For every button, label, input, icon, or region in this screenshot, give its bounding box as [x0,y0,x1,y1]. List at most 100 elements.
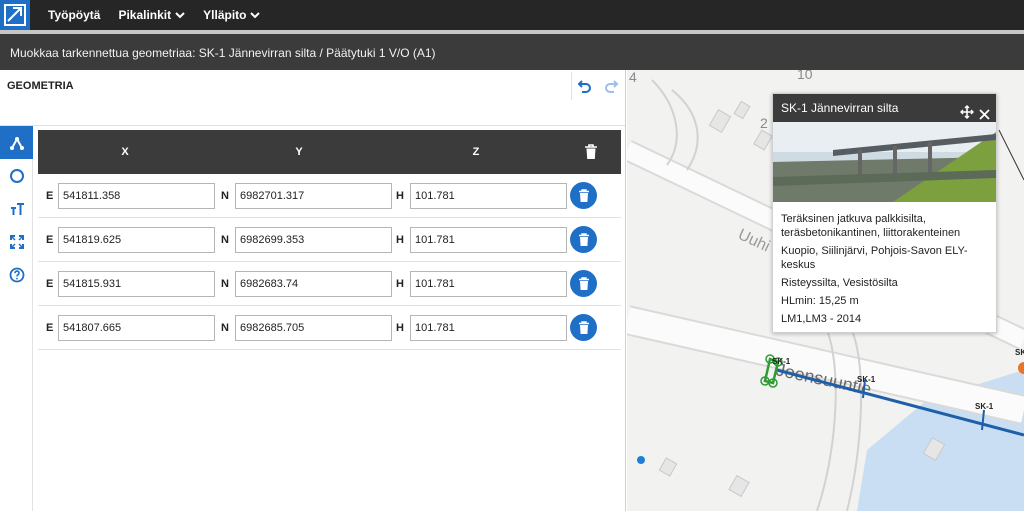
coordinate-y-field[interactable] [235,315,392,341]
trash-icon [578,320,589,334]
trash-icon [578,232,589,246]
row-label-h: H [396,278,404,290]
table-row: E N H [38,262,621,306]
redo-icon [605,80,619,93]
popup-title: SK-1 Jännevirran silta [781,101,899,115]
table-header: X Y Z [38,130,621,174]
row-label-h: H [396,322,404,334]
coordinate-z-field[interactable] [410,315,567,341]
coordinate-z-field[interactable] [410,183,567,209]
tool-bar [0,126,33,511]
row-label-e: E [46,190,54,202]
coordinate-x-field[interactable] [58,227,215,253]
delete-row-button[interactable] [570,182,597,209]
help-tool-icon [9,267,24,282]
fit-extent-tool-button[interactable] [0,225,33,258]
fit-extent-tool-icon [9,234,24,249]
close-icon [979,109,990,120]
delete-row-button[interactable] [570,270,597,297]
vertex-tool-button[interactable] [0,126,33,159]
logo-icon [4,4,26,26]
bridge-type: Teräksinen jatkuva palkkisilta, teräsbet… [781,213,961,239]
vertex-tool-icon [9,136,24,150]
popup-details: Teräksinen jatkuva palkkisilta, teräsbet… [781,212,991,330]
top-navigation: Työpöytä Pikalinkit Ylläpito [0,0,1024,30]
undo-button[interactable] [573,76,595,98]
nav-pikalinkit[interactable]: Pikalinkit [118,8,185,22]
row-label-e: E [46,322,54,334]
popup-header: SK-1 Jännevirran silta [773,94,996,122]
row-label-n: N [221,234,229,246]
map-line [998,129,1024,181]
coordinate-y-field[interactable] [235,227,392,253]
chevron-down-icon [175,11,185,18]
building [733,100,751,120]
nav-label: Työpöytä [48,8,101,22]
chevron-down-icon [250,11,261,18]
divider [571,72,572,100]
undo-icon [577,80,591,93]
coordinate-x-field[interactable] [58,183,215,209]
nav-tyopoyta[interactable]: Työpöytä [48,8,100,22]
building [728,474,750,498]
row-label-n: N [221,278,229,290]
text-size-tool-button[interactable] [0,192,33,225]
row-label-e: E [46,278,54,290]
circle-tool-icon [9,168,24,183]
coordinate-z-field[interactable] [410,271,567,297]
table-row: E N H [38,174,621,218]
page-title: Muokkaa tarkennettua geometriaa: SK-1 Jä… [0,34,1024,70]
trash-icon [578,188,589,202]
delete-row-button[interactable] [570,314,597,341]
panel-title: GEOMETRIA [7,80,74,92]
geometry-panel: GEOMETRIA X Y Z E 541811.358 N 6982701.3… [0,70,626,511]
bridge-label: SK-1 [857,375,876,384]
bridge-category: Risteyssilta, Vesistösilta [781,277,898,289]
row-label-e: E [46,234,54,246]
bridge-label: SK [1015,348,1024,357]
bridge-clearance: HLmin: 15,25 m [781,295,859,307]
coordinate-x-field[interactable] [58,271,215,297]
text-size-tool-icon [10,202,24,215]
delete-row-button[interactable] [570,226,597,253]
building [753,129,773,151]
row-label-n: N [221,322,229,334]
circle-tool-button[interactable] [0,159,33,192]
coordinate-y-field[interactable] [235,271,392,297]
move-icon [960,105,974,119]
building [708,109,732,133]
nav-yllapito[interactable]: Ylläpito [203,8,261,22]
panel-header: GEOMETRIA [0,70,625,126]
coordinate-table: X Y Z E N H E [38,130,621,350]
delete-all-button[interactable] [584,144,598,163]
trash-icon [585,144,597,159]
table-row: E N H [38,218,621,262]
bridge-label: SK-1 [975,402,994,411]
coordinate-y-field[interactable] [235,183,392,209]
location-dot[interactable] [637,456,645,464]
trash-icon [578,276,589,290]
nav-label: Pikalinkit [118,8,172,22]
column-header-y: Y [295,146,303,158]
column-header-x: X [121,146,129,158]
help-tool-button[interactable] [0,258,33,291]
row-label-n: N [221,190,229,202]
bridge-label: SK-1 [772,357,791,366]
nav-label: Ylläpito [203,8,247,22]
redo-button[interactable] [601,76,623,98]
info-popup: SK-1 Jännevirran silta Teräksinen jatkuv… [772,93,997,333]
building [658,457,678,477]
bridge-location: Kuopio, Siilinjärvi, Pohjois-Savon ELY-k… [781,245,968,271]
row-label-h: H [396,190,404,202]
address-number: 2 [760,115,768,131]
address-number: 4 [629,70,637,85]
coordinate-z-field[interactable] [410,227,567,253]
table-row: E N H [38,306,621,350]
address-number: 10 [797,70,813,82]
bridge-load-class: LM1,LM3 - 2014 [781,313,862,325]
app-logo[interactable] [0,0,30,30]
coordinate-x-field[interactable] [58,315,215,341]
bridge-photo [773,122,996,202]
road [627,307,1024,423]
column-header-z: Z [472,146,480,158]
